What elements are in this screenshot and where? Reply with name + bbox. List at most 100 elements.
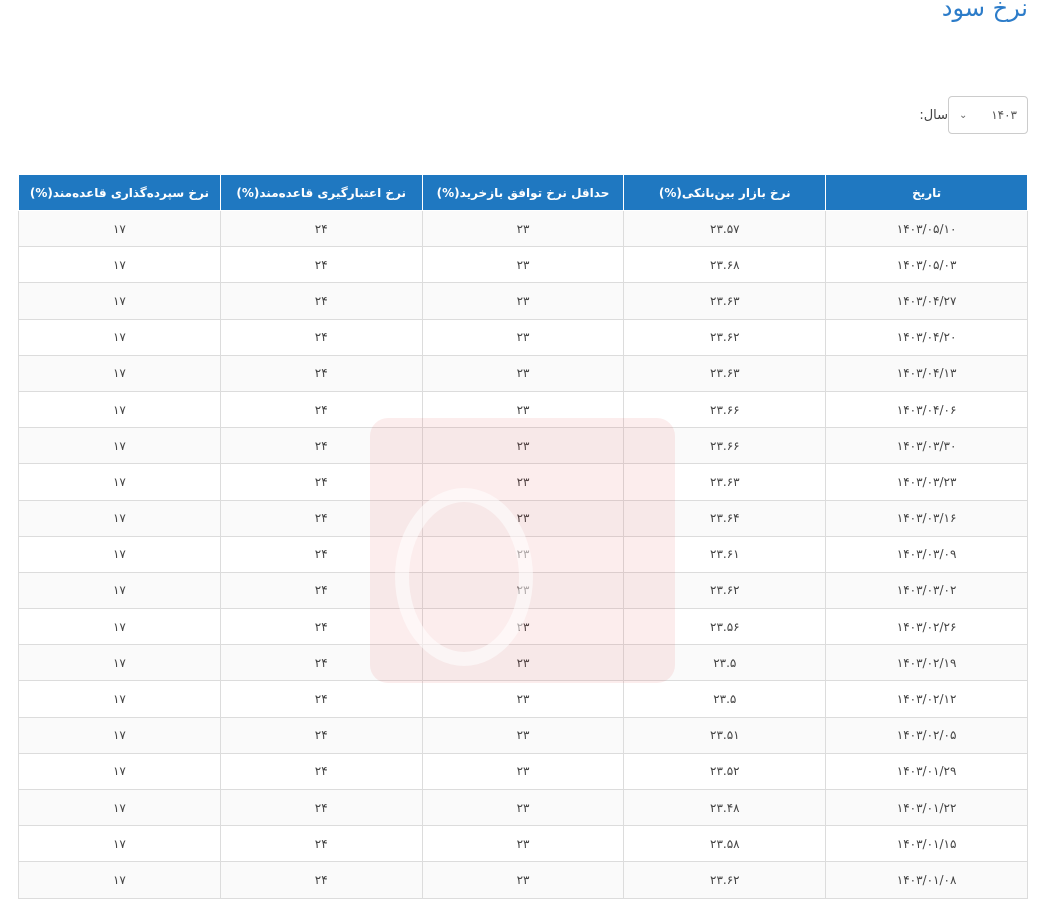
year-filter: سال: ⌄ ۱۴۰۳ bbox=[911, 96, 1028, 134]
cell-repo-min-rate: ۲۳ bbox=[421, 282, 625, 320]
table-row: ۱۴۰۳/۰۳/۱۶ ۲۳.۶۴ ۲۳ ۲۴ ۱۷ bbox=[18, 499, 1028, 537]
table-row: ۱۴۰۳/۰۴/۱۳ ۲۳.۶۳ ۲۳ ۲۴ ۱۷ bbox=[18, 354, 1028, 392]
cell-deposit-rate: ۱۷ bbox=[18, 752, 221, 791]
cell-date: ۱۴۰۳/۰۱/۲۲ bbox=[825, 788, 1028, 827]
cell-repo-min-rate: ۲۳ bbox=[421, 571, 625, 610]
cell-interbank-rate: ۲۳.۶۲ bbox=[623, 571, 827, 610]
cell-interbank-rate: ۲۳.۶۶ bbox=[623, 427, 827, 465]
cell-deposit-rate: ۱۷ bbox=[18, 825, 221, 863]
cell-date: ۱۴۰۳/۰۳/۳۰ bbox=[825, 427, 1028, 465]
cell-credit-rate: ۲۴ bbox=[219, 571, 423, 610]
cell-credit-rate: ۲۴ bbox=[219, 354, 423, 392]
cell-interbank-rate: ۲۳.۶۲ bbox=[623, 861, 827, 899]
cell-credit-rate: ۲۴ bbox=[219, 861, 423, 899]
table-row: ۱۴۰۳/۰۳/۲۳ ۲۳.۶۳ ۲۳ ۲۴ ۱۷ bbox=[18, 463, 1028, 501]
cell-interbank-rate: ۲۳.۶۳ bbox=[623, 354, 827, 392]
cell-repo-min-rate: ۲۳ bbox=[421, 644, 625, 682]
cell-repo-min-rate: ۲۳ bbox=[421, 318, 625, 356]
cell-interbank-rate: ۲۳.۵۷ bbox=[623, 209, 827, 248]
cell-repo-min-rate: ۲۳ bbox=[421, 752, 625, 791]
cell-credit-rate: ۲۴ bbox=[219, 644, 423, 682]
cell-date: ۱۴۰۳/۰۱/۰۸ bbox=[825, 861, 1028, 899]
table-row: ۱۴۰۳/۰۳/۰۹ ۲۳.۶۱ ۲۳ ۲۴ ۱۷ bbox=[18, 535, 1028, 573]
year-select[interactable]: ⌄ ۱۴۰۳ bbox=[948, 96, 1028, 134]
cell-repo-min-rate: ۲۳ bbox=[421, 463, 625, 501]
cell-deposit-rate: ۱۷ bbox=[18, 716, 221, 754]
table-row: ۱۴۰۳/۰۳/۰۲ ۲۳.۶۲ ۲۳ ۲۴ ۱۷ bbox=[18, 571, 1028, 610]
cell-repo-min-rate: ۲۳ bbox=[421, 825, 625, 863]
cell-credit-rate: ۲۴ bbox=[219, 680, 423, 718]
cell-repo-min-rate: ۲۳ bbox=[421, 861, 625, 899]
table-row: ۱۴۰۳/۰۴/۲۷ ۲۳.۶۳ ۲۳ ۲۴ ۱۷ bbox=[18, 282, 1028, 320]
year-value: ۱۴۰۳ bbox=[991, 108, 1017, 122]
cell-repo-min-rate: ۲۳ bbox=[421, 535, 625, 573]
table-row: ۱۴۰۳/۰۵/۰۳ ۲۳.۶۸ ۲۳ ۲۴ ۱۷ bbox=[18, 246, 1028, 284]
table-row: ۱۴۰۳/۰۱/۲۲ ۲۳.۴۸ ۲۳ ۲۴ ۱۷ bbox=[18, 788, 1028, 827]
cell-date: ۱۴۰۳/۰۴/۲۷ bbox=[825, 282, 1028, 320]
cell-credit-rate: ۲۴ bbox=[219, 463, 423, 501]
cell-date: ۱۴۰۳/۰۲/۰۵ bbox=[825, 716, 1028, 754]
cell-interbank-rate: ۲۳.۶۴ bbox=[623, 499, 827, 537]
cell-date: ۱۴۰۳/۰۳/۰۲ bbox=[825, 571, 1028, 610]
cell-date: ۱۴۰۳/۰۲/۱۹ bbox=[825, 644, 1028, 682]
cell-credit-rate: ۲۴ bbox=[219, 825, 423, 863]
header-repo-min-rate: حداقل نرخ توافق بازخرید(%) bbox=[421, 174, 625, 211]
cell-deposit-rate: ۱۷ bbox=[18, 861, 221, 899]
table-row: ۱۴۰۳/۰۲/۰۵ ۲۳.۵۱ ۲۳ ۲۴ ۱۷ bbox=[18, 716, 1028, 754]
cell-credit-rate: ۲۴ bbox=[219, 282, 423, 320]
rates-table-container: تاریخ نرخ بازار بین‌بانکی(%) حداقل نرخ توا… bbox=[18, 174, 1028, 899]
cell-interbank-rate: ۲۳.۵۶ bbox=[623, 608, 827, 646]
table-body: ۱۴۰۳/۰۵/۱۰ ۲۳.۵۷ ۲۳ ۲۴ ۱۷ ۱۴۰۳/۰۵/۰۳ ۲۳.۶۸ ۲۳ ۲۴… bbox=[18, 209, 1028, 899]
cell-deposit-rate: ۱۷ bbox=[18, 427, 221, 465]
year-label: سال: bbox=[919, 107, 948, 123]
cell-repo-min-rate: ۲۳ bbox=[421, 499, 625, 537]
cell-repo-min-rate: ۲۳ bbox=[421, 680, 625, 718]
header-interbank-rate: نرخ بازار بین‌بانکی(%) bbox=[623, 174, 827, 211]
cell-date: ۱۴۰۳/۰۴/۱۳ bbox=[825, 354, 1028, 392]
cell-interbank-rate: ۲۳.۵۸ bbox=[623, 825, 827, 863]
cell-credit-rate: ۲۴ bbox=[219, 427, 423, 465]
table-row: ۱۴۰۳/۰۲/۲۶ ۲۳.۵۶ ۲۳ ۲۴ ۱۷ bbox=[18, 608, 1028, 646]
cell-deposit-rate: ۱۷ bbox=[18, 788, 221, 827]
cell-deposit-rate: ۱۷ bbox=[18, 644, 221, 682]
table-row: ۱۴۰۳/۰۳/۳۰ ۲۳.۶۶ ۲۳ ۲۴ ۱۷ bbox=[18, 427, 1028, 465]
table-row: ۱۴۰۳/۰۱/۰۸ ۲۳.۶۲ ۲۳ ۲۴ ۱۷ bbox=[18, 861, 1028, 899]
cell-credit-rate: ۲۴ bbox=[219, 752, 423, 791]
page-title: نرخ سود bbox=[941, 0, 1028, 22]
header-deposit-rate: نرخ سپرده‌گذاری قاعده‌مند(%) bbox=[18, 174, 221, 211]
cell-date: ۱۴۰۳/۰۳/۰۹ bbox=[825, 535, 1028, 573]
cell-date: ۱۴۰۳/۰۵/۰۳ bbox=[825, 246, 1028, 284]
table-row: ۱۴۰۳/۰۴/۲۰ ۲۳.۶۲ ۲۳ ۲۴ ۱۷ bbox=[18, 318, 1028, 356]
cell-date: ۱۴۰۳/۰۱/۲۹ bbox=[825, 752, 1028, 791]
cell-date: ۱۴۰۳/۰۴/۰۶ bbox=[825, 390, 1028, 429]
cell-deposit-rate: ۱۷ bbox=[18, 246, 221, 284]
chevron-down-icon: ⌄ bbox=[959, 109, 968, 121]
table-row: ۱۴۰۳/۰۲/۱۲ ۲۳.۵ ۲۳ ۲۴ ۱۷ bbox=[18, 680, 1028, 718]
table-row: ۱۴۰۳/۰۱/۲۹ ۲۳.۵۲ ۲۳ ۲۴ ۱۷ bbox=[18, 752, 1028, 791]
table-row: ۱۴۰۳/۰۲/۱۹ ۲۳.۵ ۲۳ ۲۴ ۱۷ bbox=[18, 644, 1028, 682]
cell-deposit-rate: ۱۷ bbox=[18, 282, 221, 320]
cell-date: ۱۴۰۳/۰۵/۱۰ bbox=[825, 209, 1028, 248]
table-row: ۱۴۰۳/۰۱/۱۵ ۲۳.۵۸ ۲۳ ۲۴ ۱۷ bbox=[18, 825, 1028, 863]
cell-date: ۱۴۰۳/۰۲/۱۲ bbox=[825, 680, 1028, 718]
cell-credit-rate: ۲۴ bbox=[219, 318, 423, 356]
cell-interbank-rate: ۲۳.۵۱ bbox=[623, 716, 827, 754]
cell-credit-rate: ۲۴ bbox=[219, 499, 423, 537]
table-header-row: تاریخ نرخ بازار بین‌بانکی(%) حداقل نرخ توا… bbox=[18, 174, 1028, 211]
cell-interbank-rate: ۲۳.۶۱ bbox=[623, 535, 827, 573]
table-row: ۱۴۰۳/۰۴/۰۶ ۲۳.۶۶ ۲۳ ۲۴ ۱۷ bbox=[18, 390, 1028, 429]
table-row: ۱۴۰۳/۰۵/۱۰ ۲۳.۵۷ ۲۳ ۲۴ ۱۷ bbox=[18, 209, 1028, 248]
cell-deposit-rate: ۱۷ bbox=[18, 463, 221, 501]
cell-deposit-rate: ۱۷ bbox=[18, 209, 221, 248]
cell-deposit-rate: ۱۷ bbox=[18, 571, 221, 610]
cell-credit-rate: ۲۴ bbox=[219, 390, 423, 429]
header-credit-rate: نرخ اعتبارگیری قاعده‌مند(%) bbox=[219, 174, 423, 211]
cell-interbank-rate: ۲۳.۵ bbox=[623, 644, 827, 682]
cell-date: ۱۴۰۳/۰۱/۱۵ bbox=[825, 825, 1028, 863]
cell-repo-min-rate: ۲۳ bbox=[421, 788, 625, 827]
header-date: تاریخ bbox=[825, 174, 1028, 211]
cell-date: ۱۴۰۳/۰۳/۲۳ bbox=[825, 463, 1028, 501]
rates-table: تاریخ نرخ بازار بین‌بانکی(%) حداقل نرخ توا… bbox=[18, 174, 1028, 899]
cell-credit-rate: ۲۴ bbox=[219, 608, 423, 646]
cell-date: ۱۴۰۳/۰۳/۱۶ bbox=[825, 499, 1028, 537]
